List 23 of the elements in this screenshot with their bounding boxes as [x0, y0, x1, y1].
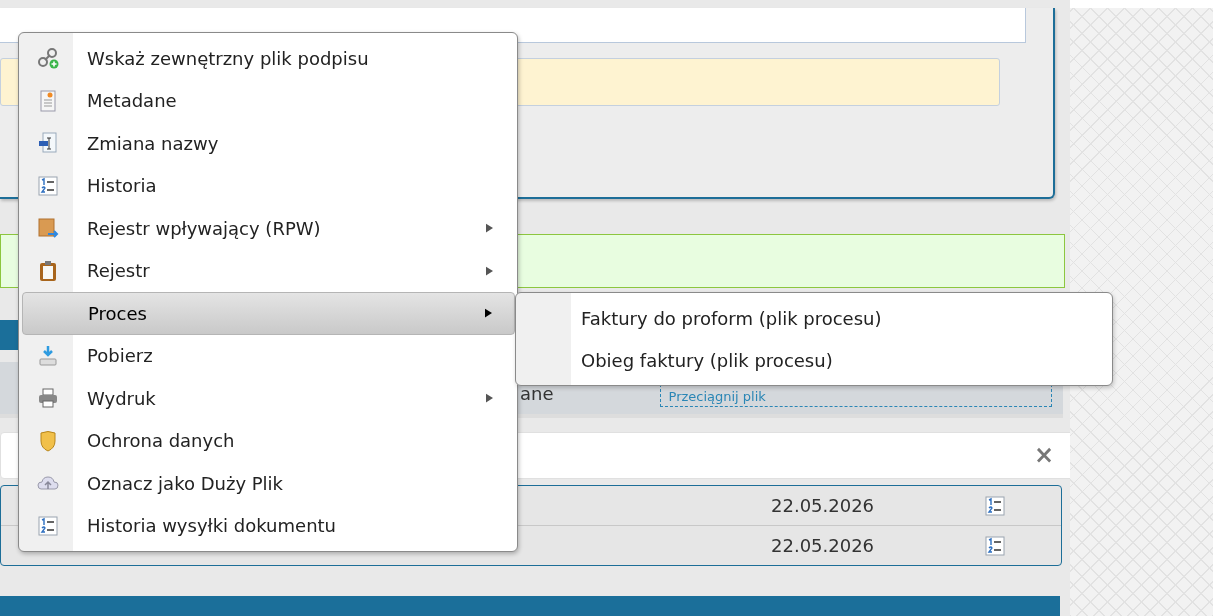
- date-cell-text: 22.05.2026: [771, 495, 876, 517]
- menu-item[interactable]: Pobierz: [22, 334, 515, 377]
- date-cell-text: 22.05.2026: [771, 535, 876, 557]
- menu-item[interactable]: Proces: [22, 292, 515, 335]
- menu-item[interactable]: Wydruk: [22, 377, 515, 420]
- download-icon: [36, 344, 59, 367]
- numbered-list-icon: [985, 535, 1005, 556]
- parcel-arrow-icon: [36, 217, 59, 240]
- menu-item[interactable]: Wskaż zewnętrzny plik podpisu: [22, 37, 515, 80]
- menu-item[interactable]: Rejestr wpływający (RPW): [22, 207, 515, 250]
- column-label: ane: [520, 383, 554, 405]
- document-cursor-icon: [36, 132, 59, 155]
- menu-item[interactable]: Faktury do proform (plik procesu): [516, 297, 1112, 339]
- menu-item[interactable]: Rejestr: [22, 249, 515, 292]
- chain-link-plus-icon: [36, 47, 59, 70]
- menu-item[interactable]: Zmiana nazwy: [22, 122, 515, 165]
- menu-item[interactable]: Historia: [22, 164, 515, 207]
- numbered-list-icon: [37, 175, 58, 196]
- numbered-list-icon: [985, 495, 1005, 516]
- printer-icon: [36, 387, 59, 410]
- menu-item[interactable]: Historia wysyłki dokumentu: [22, 504, 515, 547]
- menu-item[interactable]: Metadane: [22, 79, 515, 122]
- numbered-list-icon: [37, 515, 58, 536]
